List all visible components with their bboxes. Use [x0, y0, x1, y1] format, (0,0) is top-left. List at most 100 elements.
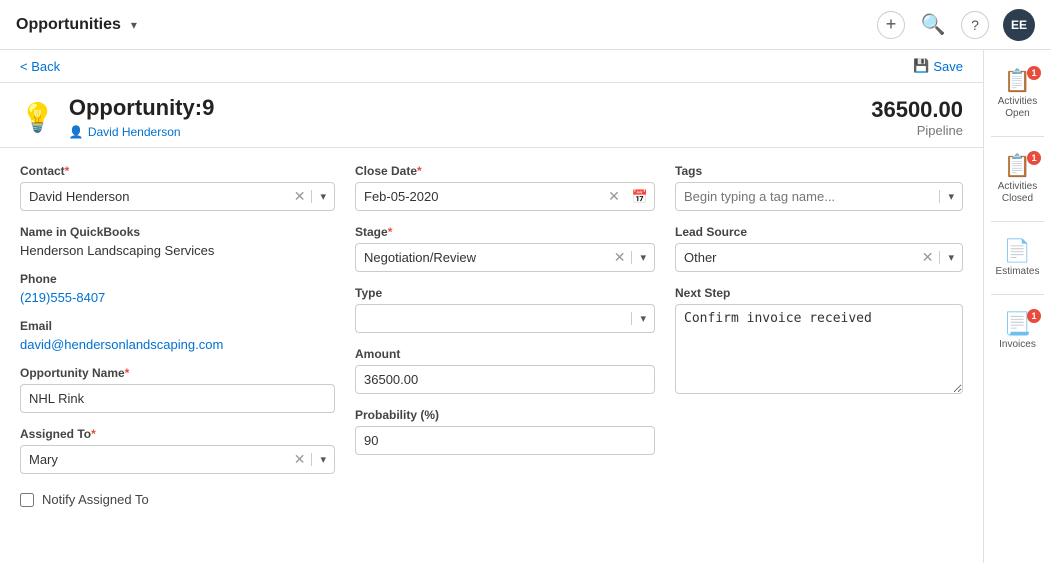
assigned-to-clear-icon[interactable]: ✕: [288, 451, 312, 468]
type-arrow-icon[interactable]: ▾: [631, 312, 654, 325]
close-date-clear-icon[interactable]: ✕: [602, 188, 626, 205]
opp-name-input[interactable]: [20, 384, 335, 413]
type-label: Type: [355, 286, 655, 300]
owner-name: David Henderson: [88, 125, 181, 139]
email-value[interactable]: david@hendersonlandscaping.com: [20, 337, 335, 352]
opp-info: Opportunity:9 👤 David Henderson: [69, 95, 214, 139]
stage-input[interactable]: [356, 244, 608, 271]
close-date-field-group: Close Date* ✕ 📅: [355, 164, 655, 211]
sidebar-item-invoices[interactable]: 1 📃 Invoices: [984, 303, 1051, 359]
sidebar-item-activities-open[interactable]: 1 📋 ActivitiesOpen: [984, 60, 1051, 128]
assigned-to-arrow-icon[interactable]: ▾: [311, 453, 334, 466]
tags-input[interactable]: [676, 183, 939, 210]
close-date-label: Close Date*: [355, 164, 655, 178]
contact-clear-icon[interactable]: ✕: [288, 188, 312, 205]
sidebar-item-estimates[interactable]: 📄 Estimates: [984, 230, 1051, 286]
opp-name-field-group: Opportunity Name*: [20, 366, 335, 413]
lead-source-arrow-icon[interactable]: ▾: [939, 251, 962, 264]
opp-amount: 36500.00: [871, 97, 963, 123]
add-icon[interactable]: +: [877, 11, 905, 39]
form-col-2: Close Date* ✕ 📅 Stage*: [355, 164, 655, 521]
opp-header-left: 💡 Opportunity:9 👤 David Henderson: [20, 95, 214, 139]
tags-arrow-icon[interactable]: ▾: [939, 190, 962, 203]
next-step-textarea[interactable]: Confirm invoice received: [675, 304, 963, 394]
next-step-field-group: Next Step Confirm invoice received: [675, 286, 963, 397]
sidebar-divider-3: [991, 294, 1045, 295]
amount-input[interactable]: [355, 365, 655, 394]
activities-closed-label: ActivitiesClosed: [998, 181, 1037, 205]
amount-field-group: Amount: [355, 347, 655, 394]
opp-owner[interactable]: 👤 David Henderson: [69, 125, 214, 139]
top-nav: Opportunities ▾ + 🔍 ? EE: [0, 0, 1051, 50]
contact-arrow-icon[interactable]: ▾: [311, 190, 334, 203]
lead-source-clear-icon[interactable]: ✕: [916, 249, 940, 266]
probability-label: Probability (%): [355, 408, 655, 422]
probability-input[interactable]: [355, 426, 655, 455]
quickbooks-field-group: Name in QuickBooks Henderson Landscaping…: [20, 225, 335, 258]
email-label: Email: [20, 319, 335, 333]
opportunity-icon: 💡: [20, 101, 55, 134]
lead-source-input[interactable]: [676, 244, 916, 271]
type-field-group: Type ▾: [355, 286, 655, 333]
close-date-calendar-icon[interactable]: 📅: [626, 189, 654, 205]
invoices-label: Invoices: [999, 339, 1036, 351]
lead-source-label: Lead Source: [675, 225, 963, 239]
phone-value[interactable]: (219)555-8407: [20, 290, 335, 305]
close-date-input[interactable]: [356, 183, 602, 210]
help-icon[interactable]: ?: [961, 11, 989, 39]
lead-source-field-group: Lead Source ✕ ▾: [675, 225, 963, 272]
contact-field-group: Contact* ✕ ▾: [20, 164, 335, 211]
assigned-to-field-group: Assigned To* ✕ ▾: [20, 427, 335, 474]
probability-field-group: Probability (%): [355, 408, 655, 455]
quickbooks-value: Henderson Landscaping Services: [20, 243, 335, 258]
save-button[interactable]: 💾 Save: [913, 58, 963, 74]
sidebar-divider-1: [991, 136, 1045, 137]
tags-field-group: Tags ▾: [675, 164, 963, 211]
contact-label: Contact*: [20, 164, 335, 178]
avatar[interactable]: EE: [1003, 9, 1035, 41]
notify-field-group: Notify Assigned To: [20, 488, 335, 507]
activities-open-label: ActivitiesOpen: [998, 96, 1037, 120]
right-sidebar: 1 📋 ActivitiesOpen 1 📋 ActivitiesClosed …: [983, 50, 1051, 563]
type-input[interactable]: [356, 305, 631, 332]
main-body: < Back 💾 Save 💡 Opportunity:9 👤 David He…: [0, 50, 1051, 563]
opp-pipeline: Pipeline: [871, 123, 963, 138]
assigned-to-label: Assigned To*: [20, 427, 335, 441]
app-container: Opportunities ▾ + 🔍 ? EE < Back 💾 Save: [0, 0, 1051, 563]
sidebar-item-activities-closed[interactable]: 1 📋 ActivitiesClosed: [984, 145, 1051, 213]
assigned-to-input[interactable]: [21, 446, 288, 473]
stage-label: Stage*: [355, 225, 655, 239]
lead-source-select[interactable]: ✕ ▾: [675, 243, 963, 272]
opp-title: Opportunity:9: [69, 95, 214, 121]
app-title: Opportunities: [16, 16, 121, 34]
notify-checkbox[interactable]: [20, 493, 34, 507]
contact-input[interactable]: [21, 183, 288, 210]
assigned-to-select[interactable]: ✕ ▾: [20, 445, 335, 474]
close-date-select[interactable]: ✕ 📅: [355, 182, 655, 211]
stage-select[interactable]: ✕ ▾: [355, 243, 655, 272]
invoices-badge: 1: [1027, 309, 1041, 323]
owner-icon: 👤: [69, 125, 84, 139]
type-select[interactable]: ▾: [355, 304, 655, 333]
tags-select[interactable]: ▾: [675, 182, 963, 211]
opp-name-label: Opportunity Name*: [20, 366, 335, 380]
tags-label: Tags: [675, 164, 963, 178]
app-dropdown-icon[interactable]: ▾: [131, 18, 137, 32]
opp-header-right: 36500.00 Pipeline: [871, 97, 963, 138]
back-label: < Back: [20, 59, 60, 74]
quickbooks-label: Name in QuickBooks: [20, 225, 335, 239]
form-col-1: Contact* ✕ ▾ Name in QuickBooks Henderso…: [20, 164, 335, 521]
back-button[interactable]: < Back: [20, 59, 60, 74]
search-icon[interactable]: 🔍: [919, 11, 947, 39]
amount-label: Amount: [355, 347, 655, 361]
form-col-3: Tags ▾ Lead Source ✕ ▾: [675, 164, 963, 521]
contact-select[interactable]: ✕ ▾: [20, 182, 335, 211]
top-nav-left: Opportunities ▾: [16, 16, 137, 34]
stage-arrow-icon[interactable]: ▾: [631, 251, 654, 264]
stage-field-group: Stage* ✕ ▾: [355, 225, 655, 272]
stage-clear-icon[interactable]: ✕: [608, 249, 632, 266]
content-area: < Back 💾 Save 💡 Opportunity:9 👤 David He…: [0, 50, 983, 563]
activities-open-badge: 1: [1027, 66, 1041, 80]
estimates-label: Estimates: [996, 266, 1040, 278]
notify-checkbox-row: Notify Assigned To: [20, 492, 335, 507]
